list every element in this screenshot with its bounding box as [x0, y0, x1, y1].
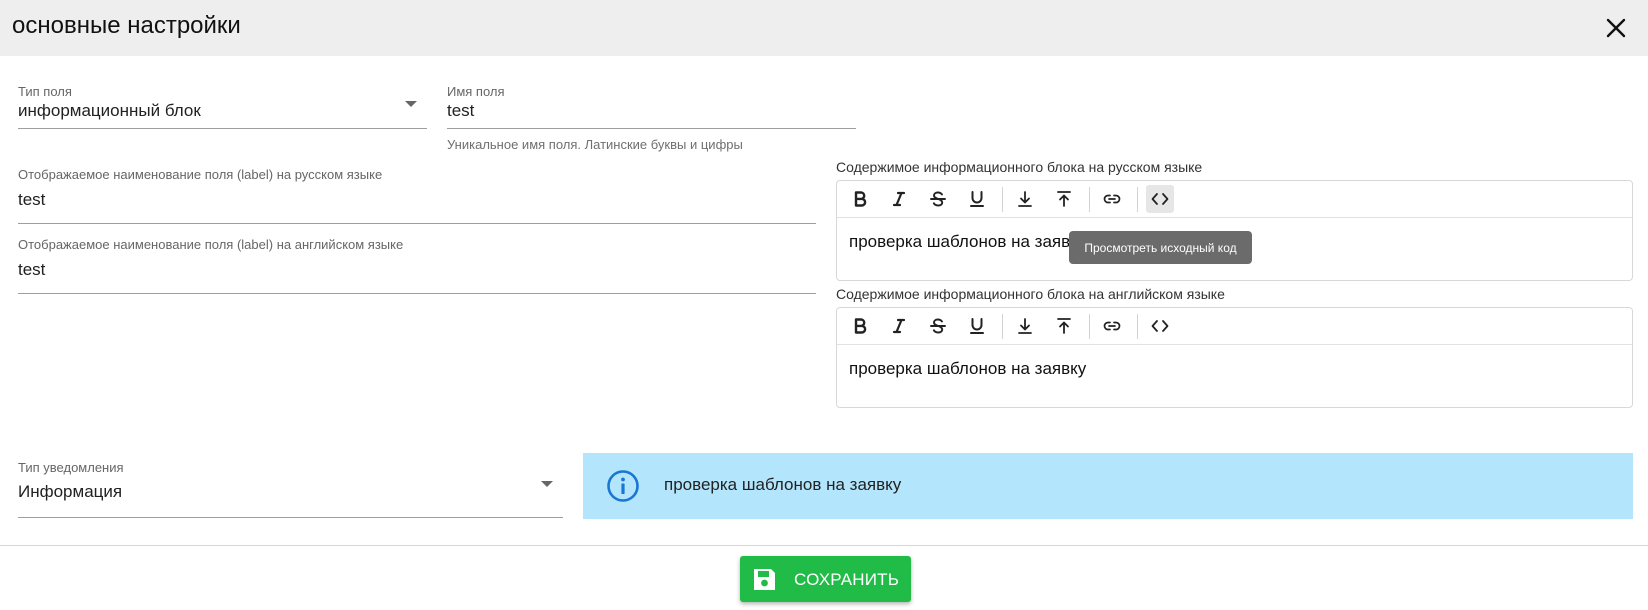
code-view-tooltip: Просмотреть исходный код: [1069, 231, 1252, 264]
label-en-input[interactable]: Отображаемое наименование поля (label) н…: [18, 234, 816, 294]
code-view-button[interactable]: [1146, 312, 1174, 340]
field-name-hint: Уникальное имя поля. Латинские буквы и ц…: [447, 137, 743, 152]
superscript-button[interactable]: [1050, 185, 1078, 213]
field-name-value: test: [447, 101, 475, 120]
info-icon: [607, 470, 639, 502]
subscript-button[interactable]: [1011, 312, 1039, 340]
editor-en-content[interactable]: проверка шаблонов на заявку: [849, 359, 1086, 379]
field-type-select[interactable]: Тип поля информационный блок: [18, 80, 427, 129]
notification-type-label: Тип уведомления: [18, 460, 124, 475]
info-alert: проверка шаблонов на заявку: [583, 453, 1633, 519]
toolbar-divider: [1137, 187, 1138, 212]
toolbar-divider: [1002, 187, 1003, 212]
subscript-icon: [1018, 318, 1032, 334]
editor-en-title: Содержимое информационного блока на англ…: [836, 286, 1225, 302]
save-button-label: СОХРАНИТЬ: [794, 570, 900, 589]
close-icon: [1606, 18, 1626, 38]
strikethrough-button[interactable]: [924, 185, 952, 213]
bold-button[interactable]: [846, 185, 874, 213]
link-button[interactable]: [1098, 185, 1126, 213]
toolbar-divider: [1089, 187, 1090, 212]
notification-type-select[interactable]: Тип уведомления Информация: [18, 455, 563, 518]
dialog-header: основные настройки: [0, 0, 1648, 56]
toolbar-divider: [1002, 314, 1003, 339]
underline-button[interactable]: [963, 312, 991, 340]
link-button[interactable]: [1098, 312, 1126, 340]
strikethrough-icon: [930, 191, 946, 207]
label-ru-value: test: [18, 190, 46, 209]
italic-icon: [892, 191, 906, 207]
editor-ru-title: Содержимое информационного блока на русс…: [836, 159, 1203, 175]
italic-button[interactable]: [885, 312, 913, 340]
bold-icon: [854, 191, 867, 207]
underline-button[interactable]: [963, 185, 991, 213]
chevron-down-icon: [541, 481, 553, 487]
underline-icon: [970, 191, 984, 207]
label-ru-label: Отображаемое наименование поля (label) н…: [18, 167, 383, 182]
editor-ru-content[interactable]: проверка шаблонов на заявку: [849, 232, 1086, 252]
superscript-icon: [1057, 191, 1071, 207]
notification-type-value: Информация: [18, 482, 123, 501]
field-name-input[interactable]: Имя поля test: [447, 80, 856, 129]
editor-en: проверка шаблонов на заявку: [836, 307, 1633, 408]
toolbar-divider: [1137, 314, 1138, 339]
code-view-icon: [1151, 193, 1169, 205]
editor-en-toolbar: [837, 308, 1632, 345]
field-type-label: Тип поля: [18, 84, 72, 99]
code-view-button[interactable]: [1146, 185, 1174, 213]
field-type-value: информационный блок: [18, 101, 201, 120]
superscript-button[interactable]: [1050, 312, 1078, 340]
editor-ru-toolbar: [837, 181, 1632, 218]
bold-button[interactable]: [846, 312, 874, 340]
label-en-value: test: [18, 260, 46, 279]
label-en-label: Отображаемое наименование поля (label) н…: [18, 237, 404, 252]
link-icon: [1103, 194, 1121, 204]
subscript-icon: [1018, 191, 1032, 207]
label-ru-input[interactable]: Отображаемое наименование поля (label) н…: [18, 164, 816, 224]
save-button[interactable]: СОХРАНИТЬ: [740, 556, 911, 602]
alert-text: проверка шаблонов на заявку: [664, 475, 902, 494]
bold-icon: [854, 318, 867, 334]
underline-icon: [970, 318, 984, 334]
floppy-disk-icon: [754, 569, 775, 590]
toolbar-divider: [1089, 314, 1090, 339]
chevron-down-icon: [405, 101, 417, 107]
superscript-icon: [1057, 318, 1071, 334]
strikethrough-button[interactable]: [924, 312, 952, 340]
code-view-icon: [1151, 320, 1169, 332]
subscript-button[interactable]: [1011, 185, 1039, 213]
link-icon: [1103, 321, 1121, 331]
close-button[interactable]: [1600, 12, 1632, 44]
field-name-label: Имя поля: [447, 84, 505, 99]
strikethrough-icon: [930, 318, 946, 334]
italic-button[interactable]: [885, 185, 913, 213]
italic-icon: [892, 318, 906, 334]
dialog-title: основные настройки: [12, 12, 241, 39]
footer-divider: [0, 545, 1648, 546]
